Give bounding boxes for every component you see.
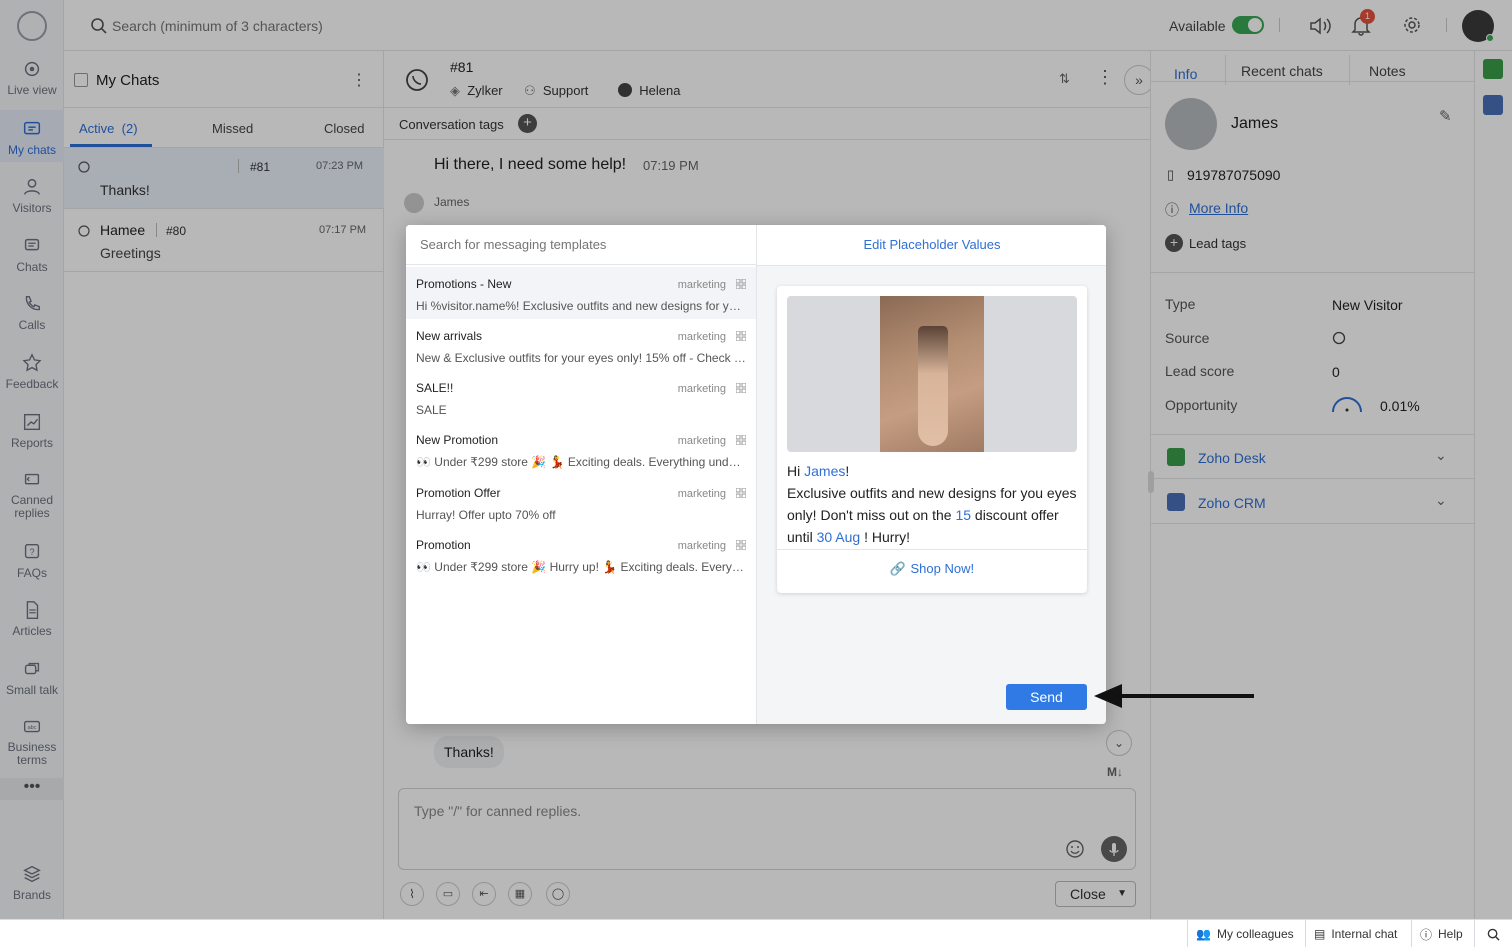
my-colleagues-label: My colleagues bbox=[1216, 927, 1294, 941]
template-preview: 👀 Under ₹299 store 🎉 Hurry up! 💃 Excitin… bbox=[416, 560, 746, 574]
template-item-selected[interactable]: Promotions - New Hi %visitor.name%! Excl… bbox=[406, 267, 756, 319]
template-search-input[interactable] bbox=[406, 225, 756, 265]
my-colleagues-button[interactable]: 👥 My colleagues bbox=[1187, 920, 1302, 947]
search-icon bbox=[1487, 928, 1500, 941]
footer-search-button[interactable] bbox=[1474, 920, 1512, 947]
grid-icon bbox=[736, 383, 746, 393]
template-message-preview: Hi James! Exclusive outfits and new desi… bbox=[777, 286, 1087, 593]
greeting-text: Hi bbox=[787, 463, 801, 479]
exclaim-text: ! bbox=[845, 463, 850, 479]
template-body-text: Hi James! Exclusive outfits and new desi… bbox=[787, 460, 1079, 548]
template-preview: New & Exclusive outfits for your eyes on… bbox=[416, 351, 746, 365]
grid-icon bbox=[736, 435, 746, 445]
template-item[interactable]: SALE!! SALE marketing bbox=[406, 371, 756, 423]
placeholder-date[interactable]: 30 Aug bbox=[817, 529, 861, 545]
template-category: marketing bbox=[677, 383, 726, 395]
colleagues-icon: 👥 bbox=[1196, 927, 1211, 941]
template-category: marketing bbox=[677, 488, 726, 500]
template-item[interactable]: New Promotion 👀 Under ₹299 store 🎉 💃 Exc… bbox=[406, 423, 756, 475]
internal-chat-icon: ▤ bbox=[1314, 927, 1326, 941]
template-preview: 👀 Under ₹299 store 🎉 💃 Exciting deals. E… bbox=[416, 455, 746, 469]
template-item[interactable]: Promotion 👀 Under ₹299 store 🎉 Hurry up!… bbox=[406, 528, 756, 580]
template-preview: Hurray! Offer upto 70% off bbox=[416, 508, 556, 522]
link-icon: 🔗 bbox=[889, 561, 907, 576]
grid-icon bbox=[736, 540, 746, 550]
product-photo bbox=[880, 296, 984, 452]
template-category: marketing bbox=[677, 435, 726, 447]
footer-bar: 👥 My colleagues ▤ Internal chat ⓘ Help bbox=[0, 919, 1512, 947]
template-preview-pane: Edit Placeholder Values Hi James! Exclus… bbox=[756, 225, 1106, 724]
help-label: Help bbox=[1438, 927, 1463, 941]
help-button[interactable]: ⓘ Help bbox=[1411, 920, 1471, 947]
template-category: marketing bbox=[677, 279, 726, 291]
shop-now-label: Shop Now! bbox=[910, 561, 975, 576]
template-header-image bbox=[787, 296, 1077, 452]
shop-now-button[interactable]: 🔗 Shop Now! bbox=[777, 550, 1087, 590]
template-category: marketing bbox=[677, 540, 726, 552]
send-button[interactable]: Send bbox=[1006, 684, 1087, 710]
template-list-pane: Promotions - New Hi %visitor.name%! Excl… bbox=[406, 225, 756, 724]
body-line-3: ! Hurry! bbox=[864, 529, 910, 545]
placeholder-discount[interactable]: 15 bbox=[955, 507, 971, 523]
annotation-arrow-icon bbox=[1094, 684, 1254, 708]
send-label: Send bbox=[1030, 689, 1063, 705]
edit-placeholder-values-link[interactable]: Edit Placeholder Values bbox=[757, 225, 1106, 266]
messaging-templates-modal: Promotions - New Hi %visitor.name%! Excl… bbox=[406, 225, 1106, 724]
internal-chat-label: Internal chat bbox=[1331, 927, 1398, 941]
help-icon: ⓘ bbox=[1420, 927, 1433, 942]
template-item[interactable]: Promotion Offer Hurray! Offer upto 70% o… bbox=[406, 476, 756, 528]
template-preview: SALE bbox=[416, 403, 447, 417]
grid-icon bbox=[736, 279, 746, 289]
grid-icon bbox=[736, 331, 746, 341]
template-item[interactable]: New arrivals New & Exclusive outfits for… bbox=[406, 319, 756, 371]
placeholder-name[interactable]: James bbox=[804, 463, 845, 479]
template-preview: Hi %visitor.name%! Exclusive outfits and… bbox=[416, 299, 746, 313]
internal-chat-button[interactable]: ▤ Internal chat bbox=[1305, 920, 1405, 947]
edit-placeholder-label: Edit Placeholder Values bbox=[863, 237, 1001, 252]
grid-icon bbox=[736, 488, 746, 498]
template-category: marketing bbox=[677, 331, 726, 343]
